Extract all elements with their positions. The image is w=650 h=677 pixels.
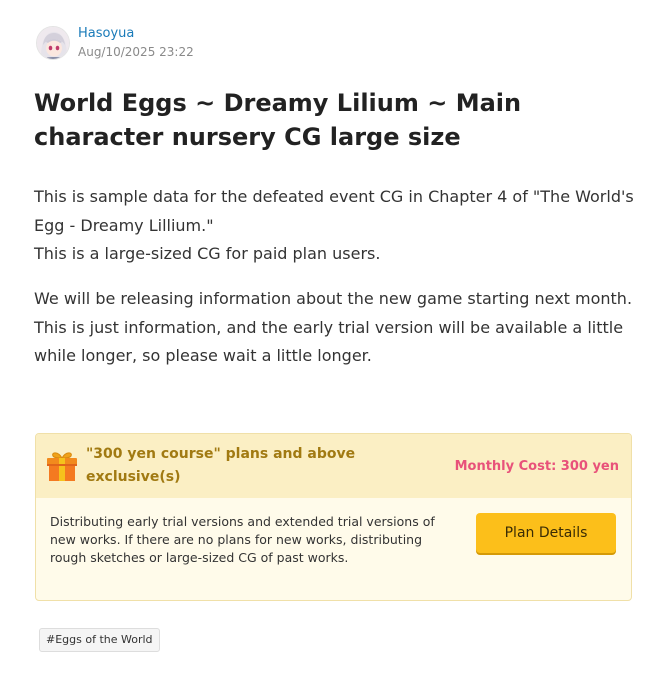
author-name-link[interactable]: Hasoyua xyxy=(78,26,194,42)
paragraph-line: This is just information, and the early … xyxy=(34,317,624,366)
plan-description: Distributing early trial versions and ex… xyxy=(50,514,435,565)
gift-icon xyxy=(45,449,79,483)
plan-header: "300 yen course" plans and above exclusi… xyxy=(36,434,631,498)
paragraph-line: We will be releasing information about t… xyxy=(34,289,633,308)
plan-restriction-box: "300 yen course" plans and above exclusi… xyxy=(35,433,632,601)
post-paragraph-2: We will be releasing information about t… xyxy=(34,285,634,371)
tag-link[interactable]: #Eggs of the World xyxy=(39,628,160,652)
post-paragraph-1: This is sample data for the defeated eve… xyxy=(34,183,634,269)
plan-details-button[interactable]: Plan Details xyxy=(476,513,616,553)
paragraph-line: This is sample data for the defeated eve… xyxy=(34,187,634,235)
avatar[interactable] xyxy=(36,26,70,60)
post-title: World Eggs ~ Dreamy Lilium ~ Main charac… xyxy=(34,89,522,151)
plan-body: Distributing early trial versions and ex… xyxy=(36,498,631,567)
paragraph-line: This is a large-sized CG for paid plan u… xyxy=(34,244,381,263)
post-author: Hasoyua Aug/10/2025 23:22 xyxy=(36,26,194,60)
plan-title: "300 yen course" plans and above exclusi… xyxy=(86,446,356,485)
plan-monthly-cost: Monthly Cost: 300 yen xyxy=(454,458,619,474)
post-date: Aug/10/2025 23:22 xyxy=(78,45,194,59)
